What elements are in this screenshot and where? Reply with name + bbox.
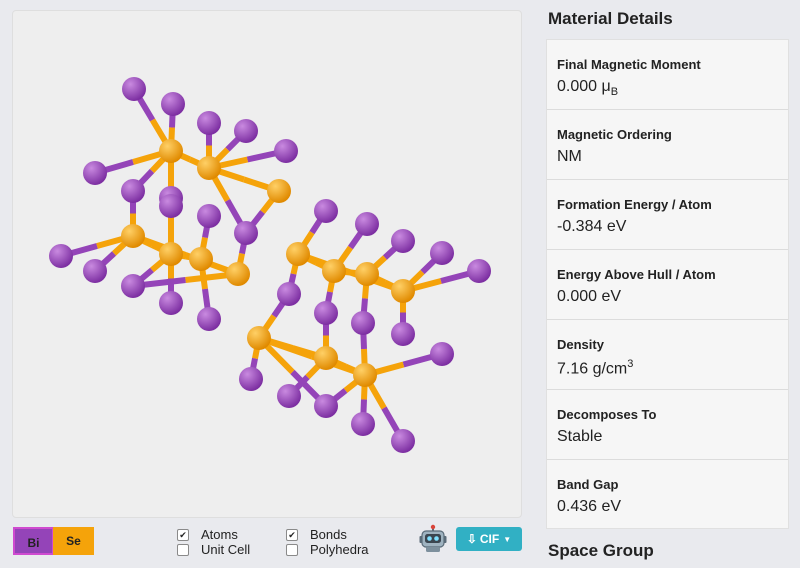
prop-energy-above-hull: Energy Above Hull / Atom 0.000 eV — [547, 250, 788, 320]
atom-bi — [274, 139, 298, 163]
prop-label: Decomposes To — [557, 407, 657, 422]
prop-label: Formation Energy / Atom — [557, 197, 712, 212]
prop-formation-energy: Formation Energy / Atom -0.384 eV — [547, 180, 788, 250]
atoms-label: Atoms — [201, 527, 238, 542]
atom-bi — [351, 311, 375, 335]
atom-se — [314, 346, 338, 370]
atom-bi — [159, 291, 183, 315]
prop-decomposes-to: Decomposes To Stable — [547, 390, 788, 460]
prop-magnetic-moment: Final Magnetic Moment 0.000 μB — [547, 40, 788, 110]
bonds-option[interactable]: ✔ Bonds — [286, 527, 347, 542]
polyhedra-checkbox[interactable] — [286, 543, 298, 556]
legend-bi: Bi — [13, 527, 54, 555]
prop-magnetic-ordering: Magnetic Ordering NM — [547, 110, 788, 180]
robot-icon[interactable] — [418, 524, 448, 554]
atom-se — [322, 259, 346, 283]
atom-bi — [277, 282, 301, 306]
structure-viewer[interactable] — [12, 10, 522, 518]
unit-cell-option[interactable]: Unit Cell — [177, 542, 250, 557]
atom-bi — [161, 92, 185, 116]
atom-se — [121, 224, 145, 248]
atom-bi — [314, 301, 338, 325]
bonds-label: Bonds — [310, 527, 347, 542]
atom-se — [159, 139, 183, 163]
atom-se — [197, 156, 221, 180]
unit-cell-label: Unit Cell — [201, 542, 251, 557]
polyhedra-option[interactable]: Polyhedra — [286, 542, 369, 557]
atom-bi — [121, 179, 145, 203]
atom-bi — [314, 394, 338, 418]
download-icon: ⇩ — [466, 532, 477, 546]
chevron-down-icon: ▼ — [503, 534, 512, 544]
atom-bi — [234, 119, 258, 143]
polyhedra-label: Polyhedra — [310, 542, 369, 557]
atom-bi — [239, 367, 263, 391]
atoms-option[interactable]: ✔ Atoms — [177, 527, 238, 542]
prop-label: Magnetic Ordering — [557, 127, 672, 142]
atom-bi — [121, 274, 145, 298]
prop-value: -0.384 eV — [557, 218, 627, 235]
atom-bi — [391, 229, 415, 253]
atom-bi — [234, 221, 258, 245]
atom-se — [286, 242, 310, 266]
download-label: CIF — [479, 532, 500, 546]
atom-bi — [391, 322, 415, 346]
crystal-structure[interactable] — [13, 11, 523, 519]
bonds-checkbox[interactable]: ✔ — [286, 528, 298, 541]
unit-cell-checkbox[interactable] — [177, 543, 189, 556]
atom-bi — [197, 111, 221, 135]
atom-se — [226, 262, 250, 286]
atom-se — [159, 242, 183, 266]
prop-value: NM — [557, 148, 582, 165]
atom-bi — [430, 241, 454, 265]
prop-value: 0.000 μB — [557, 78, 619, 99]
atom-bi — [351, 412, 375, 436]
atom-bi — [83, 259, 107, 283]
prop-label: Density — [557, 337, 604, 352]
prop-density: Density 7.16 g/cm3 — [547, 320, 788, 390]
atom-bi — [467, 259, 491, 283]
atom-bi — [197, 307, 221, 331]
atom-bi — [49, 244, 73, 268]
atom-bi — [122, 77, 146, 101]
atom-se — [189, 247, 213, 271]
prop-band-gap: Band Gap 0.436 eV — [547, 460, 788, 530]
prop-value: 0.000 eV — [557, 288, 622, 305]
atoms-checkbox[interactable]: ✔ — [177, 528, 189, 541]
prop-value: Stable — [557, 428, 603, 445]
atom-se — [267, 179, 291, 203]
atom-bi — [355, 212, 379, 236]
atom-bi — [430, 342, 454, 366]
space-group-heading: Space Group — [548, 541, 654, 560]
atom-se — [355, 262, 379, 286]
prop-value: 7.16 g/cm3 — [557, 358, 634, 378]
atom-se — [391, 279, 415, 303]
atom-bi — [314, 199, 338, 223]
prop-label: Band Gap — [557, 477, 619, 492]
material-details-card: Final Magnetic Moment 0.000 μB Magnetic … — [546, 39, 789, 529]
atom-bi — [197, 204, 221, 228]
legend-se: Se — [53, 527, 94, 555]
atom-bi — [391, 429, 415, 453]
atom-se — [353, 363, 377, 387]
panel-title: Material Details — [548, 9, 673, 28]
atom-bi — [159, 194, 183, 218]
atom-bi — [277, 384, 301, 408]
atom-se — [247, 326, 271, 350]
download-cif-button[interactable]: ⇩ CIF ▼ — [456, 527, 522, 551]
prop-label: Final Magnetic Moment — [557, 57, 701, 72]
prop-label: Energy Above Hull / Atom — [557, 267, 716, 282]
atom-bi — [83, 161, 107, 185]
prop-value: 0.436 eV — [557, 498, 622, 515]
